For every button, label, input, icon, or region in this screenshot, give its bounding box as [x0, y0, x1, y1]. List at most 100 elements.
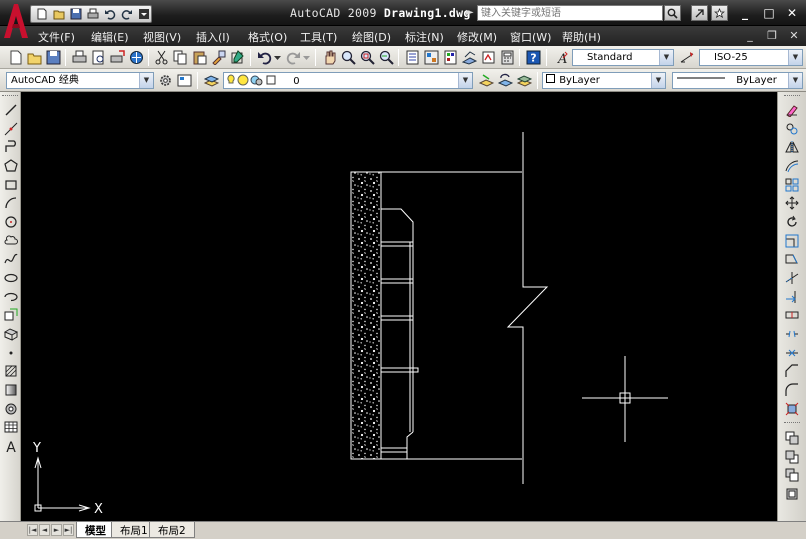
- polygon-icon[interactable]: [2, 157, 19, 174]
- chevron-down-icon[interactable]: ▼: [788, 50, 802, 65]
- plot-preview-icon[interactable]: [89, 49, 107, 66]
- menu-dimension[interactable]: 标注(N): [405, 29, 444, 45]
- chamfer-icon[interactable]: [783, 362, 800, 379]
- communication-center-icon[interactable]: [691, 5, 708, 21]
- doc-minimize-button[interactable]: _: [741, 28, 759, 43]
- block-editor-icon[interactable]: [228, 49, 246, 66]
- mirror-icon[interactable]: [783, 138, 800, 155]
- erase-icon[interactable]: [783, 101, 800, 118]
- undo-icon[interactable]: [255, 49, 273, 66]
- help-icon[interactable]: ?: [524, 49, 542, 66]
- linetype-select[interactable]: ByLayer ▼: [672, 72, 803, 89]
- tab-model[interactable]: 模型: [76, 522, 115, 538]
- move-icon[interactable]: [783, 194, 800, 211]
- menu-modify[interactable]: 修改(M): [457, 29, 497, 45]
- drawing-canvas[interactable]: Y X: [21, 92, 777, 521]
- color-select[interactable]: ByLayer ▼: [542, 72, 666, 89]
- rotate-icon[interactable]: [783, 213, 800, 230]
- paste-icon[interactable]: [190, 49, 208, 66]
- quickcalc-icon[interactable]: [498, 49, 516, 66]
- ledge-outline[interactable]: [381, 367, 419, 373]
- construction-line-icon[interactable]: [2, 120, 19, 137]
- menu-draw[interactable]: 绘图(D): [352, 29, 391, 45]
- search-icon[interactable]: [664, 5, 681, 21]
- bring-to-front-icon[interactable]: [783, 448, 800, 465]
- plot-icon[interactable]: [70, 49, 88, 66]
- open-icon[interactable]: [25, 49, 43, 66]
- rectangle-icon[interactable]: [2, 176, 19, 193]
- tab-layout2[interactable]: 布局2: [149, 522, 195, 538]
- text-style-select[interactable]: Standard ▼: [572, 49, 674, 66]
- arc-icon[interactable]: [2, 194, 19, 211]
- line-icon[interactable]: [2, 101, 19, 118]
- last-layout-button[interactable]: ►|: [63, 524, 74, 536]
- ellipse-arc-icon[interactable]: [2, 288, 19, 305]
- layer-states-icon[interactable]: [515, 72, 533, 89]
- design-center-icon[interactable]: [422, 49, 440, 66]
- copy-icon[interactable]: [171, 49, 189, 66]
- doc-close-button[interactable]: ✕: [785, 28, 803, 43]
- publish-icon[interactable]: [108, 49, 126, 66]
- favorites-star-icon[interactable]: [711, 5, 728, 21]
- layer-select[interactable]: 0 ▼: [223, 72, 473, 89]
- spline-icon[interactable]: [2, 250, 19, 267]
- window-minimize-button[interactable]: _: [735, 5, 755, 21]
- redo-dropdown-icon[interactable]: [302, 49, 311, 66]
- make-object-layer-current-icon[interactable]: [477, 72, 495, 89]
- lower-step-outline[interactable]: [381, 431, 414, 449]
- layer-previous-icon[interactable]: [496, 72, 514, 89]
- inner-profile-top[interactable]: [381, 208, 414, 243]
- first-layout-button[interactable]: |◄: [27, 524, 38, 536]
- chevron-down-icon[interactable]: ▼: [458, 73, 472, 88]
- workspace-settings-gear-icon[interactable]: [156, 72, 174, 89]
- zoom-window-icon[interactable]: [358, 49, 376, 66]
- point-icon[interactable]: [2, 344, 19, 361]
- trim-icon[interactable]: [783, 269, 800, 286]
- text-style-icon[interactable]: A: [552, 49, 570, 66]
- offset-icon[interactable]: [783, 157, 800, 174]
- doc-restore-button[interactable]: ❐: [763, 28, 781, 43]
- circle-icon[interactable]: [2, 213, 19, 230]
- info-search-input[interactable]: [477, 5, 663, 21]
- tool-palettes-icon[interactable]: [441, 49, 459, 66]
- polyline-icon[interactable]: [2, 138, 19, 155]
- chevron-down-icon[interactable]: ▼: [788, 73, 802, 88]
- menu-insert[interactable]: 插入(I): [196, 29, 230, 45]
- chevron-down-icon[interactable]: ▼: [659, 50, 673, 65]
- new-icon[interactable]: [6, 49, 24, 66]
- dropdown-arrow-icon[interactable]: [136, 7, 151, 21]
- my-workspace-icon[interactable]: [175, 72, 193, 89]
- menu-view[interactable]: 视图(V): [143, 29, 181, 45]
- break-at-point-icon[interactable]: [783, 306, 800, 323]
- menu-tools[interactable]: 工具(T): [300, 29, 337, 45]
- menu-format[interactable]: 格式(O): [248, 29, 287, 45]
- scale-icon[interactable]: [783, 232, 800, 249]
- info-center-arrow-icon[interactable]: ►: [466, 7, 474, 18]
- match-properties-icon[interactable]: [209, 49, 227, 66]
- open-folder-icon[interactable]: [52, 7, 67, 21]
- menu-window[interactable]: 窗口(W): [510, 29, 551, 45]
- multiline-text-icon[interactable]: A: [2, 437, 19, 454]
- menu-edit[interactable]: 编辑(E): [91, 29, 129, 45]
- redo-icon[interactable]: [284, 49, 302, 66]
- concrete-wall-hatch[interactable]: [350, 171, 382, 460]
- table-icon[interactable]: [2, 418, 19, 435]
- pan-realtime-icon[interactable]: [320, 49, 338, 66]
- properties-icon[interactable]: [403, 49, 421, 66]
- next-layout-button[interactable]: ►: [51, 524, 62, 536]
- insert-block-icon[interactable]: [2, 306, 19, 323]
- dimension-style-select[interactable]: ISO-25 ▼: [699, 49, 803, 66]
- ellipse-icon[interactable]: [2, 269, 19, 286]
- toolbar-grip[interactable]: [784, 95, 800, 98]
- cut-icon[interactable]: [152, 49, 170, 66]
- chevron-down-icon[interactable]: ▼: [139, 73, 153, 88]
- region-icon[interactable]: [2, 400, 19, 417]
- join-icon[interactable]: [783, 344, 800, 361]
- save-icon[interactable]: [69, 7, 84, 21]
- undo-icon[interactable]: [102, 7, 117, 21]
- redo-icon[interactable]: [119, 7, 134, 21]
- array-icon[interactable]: [783, 176, 800, 193]
- toolbar-grip[interactable]: [2, 95, 18, 98]
- markup-set-manager-icon[interactable]: [479, 49, 497, 66]
- print-icon[interactable]: [86, 7, 101, 21]
